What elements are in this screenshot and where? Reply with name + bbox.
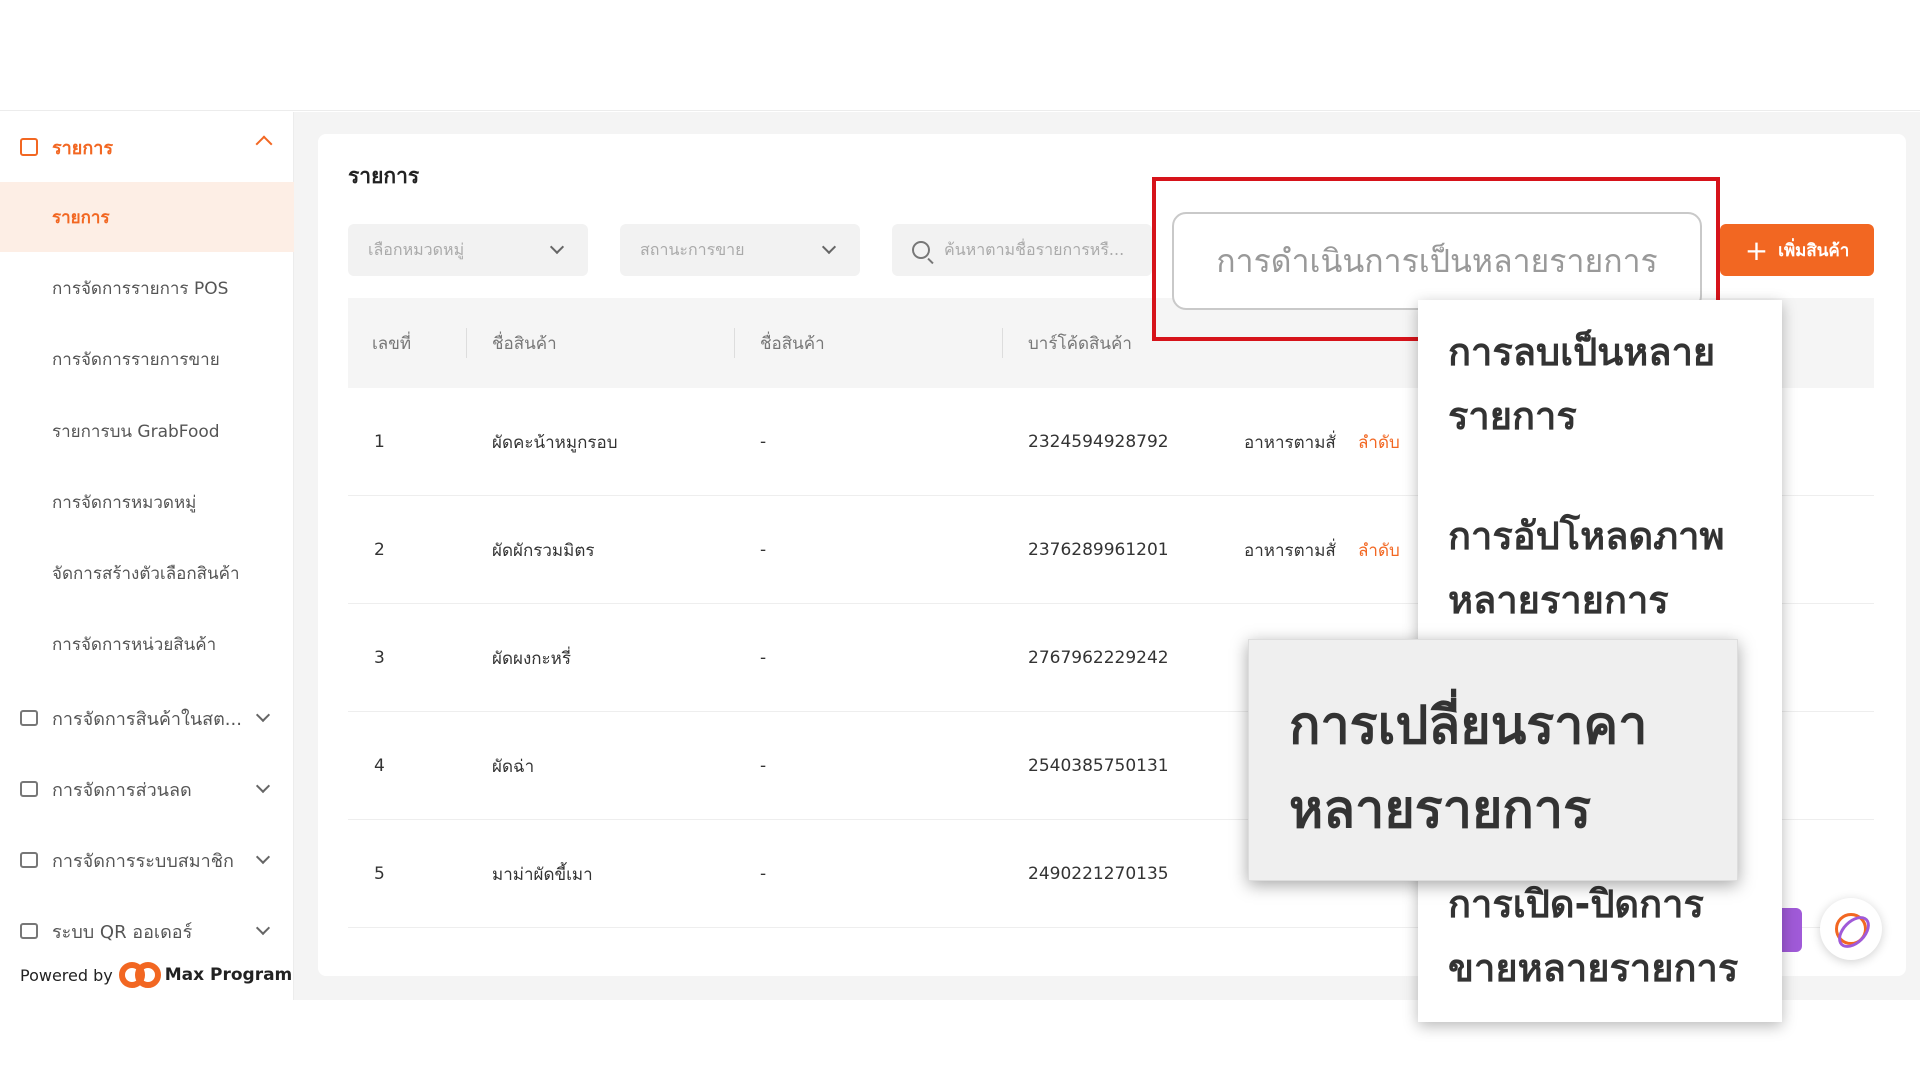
cell-number: 1 [374, 432, 385, 452]
coupon-icon [20, 781, 38, 797]
list-icon [20, 138, 38, 156]
cell-barcode: 2767962229242 [1028, 648, 1169, 668]
sidebar-item-label: รายการบน GrabFood [52, 421, 220, 442]
sidebar-item-items[interactable]: รายการ [0, 182, 294, 252]
cell-category: อาหารตามสั่ง [1244, 432, 1336, 453]
cell-barcode: 2324594928792 [1028, 432, 1169, 452]
menu-item-bulk-delete[interactable]: การลบเป็นหลายรายการ [1448, 320, 1768, 448]
cell-name: ผัดฉ่า [492, 756, 535, 777]
col-name-2: ชื่อสินค้า [760, 333, 825, 354]
sidebar-item-sales[interactable]: การจัดการรายการขาย [0, 324, 294, 394]
page-title: รายการ [348, 164, 420, 188]
header-divider [734, 328, 735, 358]
cell-name-2: - [760, 864, 767, 884]
sidebar-group-discount[interactable]: การจัดการส่วนลด [0, 759, 294, 819]
cloche-icon [20, 923, 38, 939]
bulk-actions-label: การดำเนินการเป็นหลายรายการ [1216, 241, 1658, 280]
col-name: ชื่อสินค้า [492, 333, 557, 354]
sidebar-item-pos[interactable]: การจัดการรายการ POS [0, 253, 294, 323]
menu-item-bulk-upload-images[interactable]: การอัปโหลดภาพหลายรายการ [1448, 504, 1768, 632]
sidebar-item-units[interactable]: การจัดการหน่วยสินค้า [0, 609, 294, 679]
cell-category: อาหารตามสั่ง [1244, 540, 1336, 561]
cell-barcode: 2490221270135 [1028, 864, 1169, 884]
chevron-down-icon [255, 920, 271, 936]
sidebar-group-label: การจัดการสินค้าในสต... [52, 708, 242, 730]
brand-name: Max Program [164, 965, 293, 985]
chevron-down-icon [549, 239, 565, 255]
cell-name-2: - [760, 540, 767, 560]
col-number: เลขที่ [372, 333, 412, 354]
chevron-down-icon [255, 707, 271, 723]
assistant-button[interactable] [1820, 898, 1882, 960]
sidebar-group-label: ระบบ QR ออเดอร์ [52, 921, 193, 943]
header-divider [1002, 328, 1003, 358]
powered-by: Powered by Max Program [20, 962, 292, 988]
sidebar-item-label: การจัดการหมวดหมู่ [52, 492, 197, 513]
warehouse-icon [20, 710, 38, 726]
sidebar-item-label: การจัดการรายการขาย [52, 349, 220, 370]
sidebar-group-member[interactable]: การจัดการระบบสมาชิก [0, 830, 294, 890]
assistant-icon [1835, 913, 1867, 945]
cell-name-2: - [760, 432, 767, 452]
sidebar-group-label: การจัดการระบบสมาชิก [52, 850, 234, 872]
category-select[interactable]: เลือกหมวดหมู่ [348, 224, 588, 276]
search-input[interactable]: ค้นหาตามชื่อรายการหรื... [892, 224, 1152, 276]
cell-name: มาม่าผัดขี้เมา [492, 864, 593, 885]
sidebar-item-label: การจัดการรายการ POS [52, 278, 229, 299]
cell-number: 2 [374, 540, 385, 560]
category-placeholder: เลือกหมวดหมู่ [368, 239, 465, 259]
col-barcode: บาร์โค้ดสินค้า [1028, 333, 1132, 354]
add-product-label: เพิ่มสินค้า [1778, 240, 1850, 261]
sort-link[interactable]: ลำดับ [1358, 496, 1400, 604]
sidebar-item-grabfood[interactable]: รายการบน GrabFood [0, 396, 294, 466]
chevron-down-icon [821, 239, 837, 255]
cell-number: 3 [374, 648, 385, 668]
search-icon [912, 241, 930, 259]
sidebar-item-label: จัดการสร้างตัวเลือกสินค้า [52, 563, 240, 584]
chevron-down-icon [255, 778, 271, 794]
cell-barcode: 2540385750131 [1028, 756, 1169, 776]
chevron-down-icon [255, 849, 271, 865]
sidebar-section-label: รายการ [52, 137, 113, 159]
sidebar-section-items[interactable]: รายการ [0, 112, 294, 182]
sort-link[interactable]: ลำดับ [1358, 388, 1400, 496]
cell-name-2: - [760, 756, 767, 776]
sidebar-group-qr[interactable]: ระบบ QR ออเดอร์ [0, 901, 294, 961]
bulk-actions-button[interactable]: การดำเนินการเป็นหลายรายการ [1172, 212, 1702, 310]
sidebar-item-options[interactable]: จัดการสร้างตัวเลือกสินค้า [0, 538, 294, 608]
menu-item-bulk-change-price[interactable]: การเปลี่ยนราคาหลายรายการ [1248, 639, 1738, 881]
max-program-logo [118, 962, 161, 988]
sidebar-item-categories[interactable]: การจัดการหมวดหมู่ [0, 467, 294, 537]
cell-name-2: - [760, 648, 767, 668]
sidebar: รายการ รายการ การจัดการรายการ POS การจัด… [0, 112, 294, 1000]
member-icon [20, 852, 38, 868]
search-placeholder: ค้นหาตามชื่อรายการหรื... [944, 239, 1125, 259]
status-select[interactable]: สถานะการขาย [620, 224, 860, 276]
plus-icon: + [1744, 233, 1769, 267]
add-product-button[interactable]: + เพิ่มสินค้า [1720, 224, 1874, 276]
cell-barcode: 2376289961201 [1028, 540, 1169, 560]
chevron-up-icon [255, 135, 273, 153]
cell-name: ผัดคะน้าหมูกรอบ [492, 432, 618, 453]
menu-item-label: การเปลี่ยนราคาหลายรายการ [1289, 696, 1648, 840]
powered-by-text: Powered by [20, 965, 113, 985]
sidebar-item-label: การจัดการหน่วยสินค้า [52, 634, 217, 655]
sidebar-group-label: การจัดการส่วนลด [52, 779, 192, 801]
status-placeholder: สถานะการขาย [640, 239, 745, 259]
menu-item-bulk-toggle-sales[interactable]: การเปิด-ปิดการขายหลายรายการ [1448, 872, 1768, 1000]
header-divider [466, 328, 467, 358]
sidebar-item-label: รายการ [52, 207, 110, 228]
cell-number: 4 [374, 756, 385, 776]
cell-name: ผัดผงกะหรี่ [492, 648, 572, 669]
top-bar [0, 0, 1920, 111]
cell-name: ผัดผักรวมมิตร [492, 540, 595, 561]
sidebar-group-stock[interactable]: การจัดการสินค้าในสต... [0, 688, 294, 748]
cell-number: 5 [374, 864, 385, 884]
